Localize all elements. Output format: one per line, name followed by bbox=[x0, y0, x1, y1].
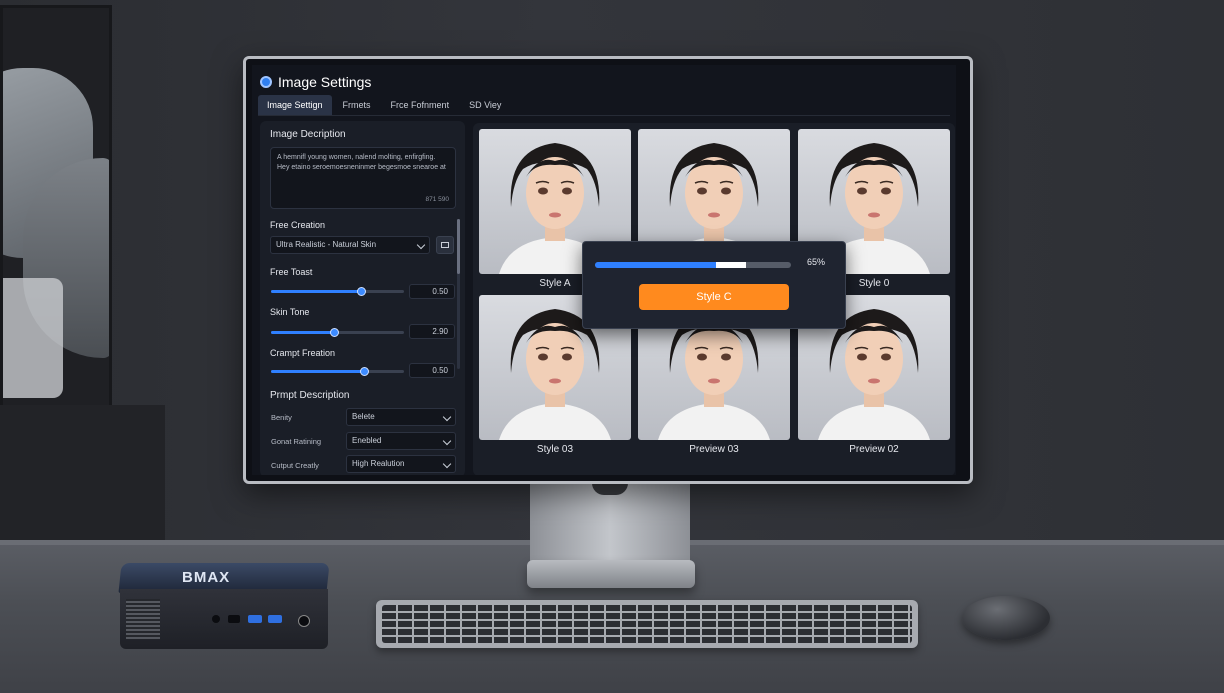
prompt-row-label: Cutput Creatly bbox=[271, 461, 319, 470]
left-eye bbox=[538, 353, 548, 361]
left-eye bbox=[538, 187, 548, 195]
slider-handle[interactable] bbox=[330, 328, 340, 337]
content-rating-value: Enebled bbox=[352, 436, 382, 445]
right-eye bbox=[881, 353, 891, 361]
tab-frames[interactable]: Frmets bbox=[334, 95, 380, 115]
slider-fill bbox=[271, 370, 365, 373]
usb-c-port bbox=[228, 615, 240, 623]
style-c-button[interactable]: Style C bbox=[639, 284, 789, 310]
app-title-bar: Image Settings bbox=[260, 71, 371, 93]
mouse bbox=[962, 596, 1050, 640]
mouth bbox=[868, 212, 880, 218]
slider-fill bbox=[271, 290, 362, 293]
mouth bbox=[549, 378, 561, 384]
mouth bbox=[708, 212, 720, 218]
mouth bbox=[868, 378, 880, 384]
mouth bbox=[549, 212, 561, 218]
app-title: Image Settings bbox=[278, 74, 372, 90]
beauty-value: Belete bbox=[352, 412, 375, 421]
gallery-caption: Style 03 bbox=[536, 444, 574, 455]
gallery-caption: Preview 03 bbox=[689, 444, 739, 455]
right-eye bbox=[881, 187, 891, 195]
right-eye bbox=[721, 187, 731, 195]
tab-image-settings[interactable]: Image Settign bbox=[258, 95, 332, 115]
beauty-select[interactable]: Belete bbox=[346, 408, 456, 426]
character-count: 871 590 bbox=[425, 196, 450, 203]
free-creation-select[interactable]: Ultra Realistic - Natural Skin bbox=[270, 236, 430, 254]
chevron-down-icon bbox=[442, 412, 452, 422]
shirt bbox=[658, 403, 770, 440]
tab-divider bbox=[258, 115, 950, 116]
progress-percent: 65% bbox=[807, 257, 826, 267]
skin-tone-value[interactable]: 2.90 bbox=[409, 324, 455, 339]
slider-handle[interactable] bbox=[356, 287, 366, 296]
content-rating-select[interactable]: Enebled bbox=[346, 432, 456, 450]
prompt-description-heading: Prmpt Description bbox=[270, 390, 350, 401]
app-logo-icon bbox=[260, 76, 272, 88]
free-creation-label: Free Creation bbox=[270, 220, 326, 230]
left-eye bbox=[697, 187, 707, 195]
usb-port-1 bbox=[248, 615, 262, 623]
preset-options-button[interactable] bbox=[436, 236, 454, 254]
free-toast-value[interactable]: 0.50 bbox=[409, 284, 455, 299]
prompt-creation-value[interactable]: 0.50 bbox=[409, 363, 455, 378]
monitor-stand bbox=[530, 483, 690, 565]
app-window: Image Settings Image Settign Frmets Frce… bbox=[252, 65, 956, 475]
slider-handle[interactable] bbox=[359, 367, 369, 376]
chevron-down-icon bbox=[442, 459, 452, 469]
cabinet bbox=[0, 405, 165, 545]
slider-label-skin-tone: Skin Tone bbox=[270, 307, 310, 317]
progress-fill bbox=[595, 262, 746, 268]
mini-pc-brand: BMAX bbox=[182, 569, 231, 586]
usb-port-2 bbox=[268, 615, 282, 623]
shirt bbox=[499, 403, 611, 440]
generation-progress-bar bbox=[595, 262, 791, 268]
shirt bbox=[818, 403, 930, 440]
settings-panel: Image Decription A hemnifl young women, … bbox=[260, 121, 465, 475]
prompt-creation-slider[interactable] bbox=[271, 367, 404, 376]
right-eye bbox=[562, 187, 572, 195]
slider-fill bbox=[271, 331, 335, 334]
mini-pc: BMAX bbox=[118, 563, 330, 651]
keyboard-keys bbox=[382, 605, 912, 643]
slider-label-prompt-creation: Crampt Freation bbox=[270, 348, 336, 358]
slider-label-free-toast: Free Toast bbox=[270, 267, 313, 277]
scrollbar-thumb[interactable] bbox=[457, 219, 460, 274]
left-eye bbox=[697, 353, 707, 361]
output-quality-value: High Realution bbox=[352, 459, 405, 468]
monitor: Image Settings Image Settign Frmets Frce… bbox=[243, 56, 973, 484]
left-eye bbox=[857, 187, 867, 195]
chevron-down-icon bbox=[442, 436, 452, 446]
left-eye bbox=[857, 353, 867, 361]
tab-3d-view[interactable]: SD Viey bbox=[460, 95, 510, 115]
wall-art bbox=[0, 5, 112, 410]
keyboard bbox=[376, 600, 918, 648]
chevron-down-icon bbox=[416, 240, 426, 250]
image-description-input[interactable]: A hemnifl young women, nalend molting, e… bbox=[270, 147, 456, 209]
image-description-text: A hemnifl young women, nalend molting, e… bbox=[277, 154, 446, 171]
image-description-heading: Image Decription bbox=[270, 129, 346, 140]
output-quality-select[interactable]: High Realution bbox=[346, 455, 456, 473]
tab-face-refinement[interactable]: Frce Fofnment bbox=[382, 95, 459, 115]
mouth bbox=[708, 378, 720, 384]
prompt-row-label: Gonat Ratining bbox=[271, 437, 322, 446]
right-eye bbox=[721, 353, 731, 361]
vent-grille bbox=[126, 599, 160, 639]
right-eye bbox=[562, 353, 572, 361]
panel-scrollbar[interactable] bbox=[457, 219, 460, 369]
tab-bar: Image Settign Frmets Frce Fofnment SD Vi… bbox=[258, 95, 510, 115]
free-toast-slider[interactable] bbox=[271, 287, 404, 296]
prompt-row-label: Benity bbox=[271, 413, 292, 422]
audio-port bbox=[212, 615, 220, 623]
skin-tone-slider[interactable] bbox=[271, 328, 404, 337]
window-icon bbox=[441, 242, 449, 248]
generation-progress-dialog: 65% Style C bbox=[582, 241, 846, 329]
power-button bbox=[298, 615, 310, 627]
monitor-stand-base bbox=[527, 560, 695, 588]
free-creation-value: Ultra Realistic - Natural Skin bbox=[276, 240, 377, 249]
gallery-caption: Preview 02 bbox=[849, 444, 899, 455]
